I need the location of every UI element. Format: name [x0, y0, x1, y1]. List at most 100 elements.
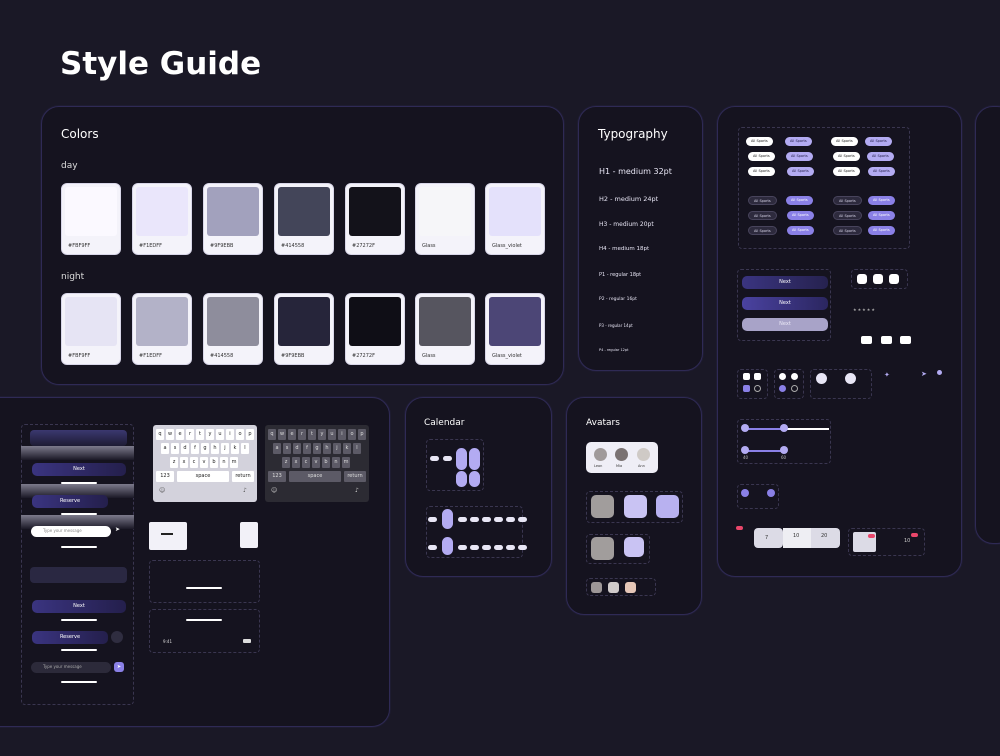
cal-strip-day[interactable] — [470, 545, 479, 550]
sport-chip[interactable]: All Sports — [831, 137, 858, 146]
keyboard-key[interactable]: q — [268, 429, 276, 440]
message-input-2[interactable]: Type your message — [31, 662, 111, 673]
radio-1[interactable] — [779, 373, 786, 380]
keyboard-key[interactable]: z — [282, 457, 290, 468]
keyboard-key[interactable]: j — [221, 443, 229, 454]
keyboard-key[interactable]: y — [318, 429, 326, 440]
keyboard-key[interactable]: e — [176, 429, 184, 440]
keyboard-numbers-key[interactable]: 123 — [268, 471, 286, 482]
next-button-mobile-2[interactable]: Next — [32, 600, 126, 613]
avatar-photo-sm-3[interactable] — [625, 582, 636, 593]
keyboard-key[interactable]: x — [292, 457, 300, 468]
keyboard-key[interactable]: u — [216, 429, 224, 440]
keyboard-key[interactable]: t — [196, 429, 204, 440]
next-button-2[interactable]: Next — [742, 297, 828, 310]
tab-bar-1[interactable] — [30, 430, 127, 446]
keyboard-key[interactable]: c — [302, 457, 310, 468]
slider-thumb-1a[interactable] — [741, 424, 749, 432]
keyboard-return-key[interactable]: return — [232, 471, 254, 482]
sport-chip[interactable]: All Sports — [868, 196, 895, 205]
reserve-button-mobile-1[interactable]: Reserve — [32, 495, 108, 508]
sport-chip[interactable]: All Sports — [833, 226, 862, 235]
sport-chip[interactable]: All Sports — [868, 167, 895, 176]
keyboard-key[interactable]: p — [358, 429, 366, 440]
cal-strip-selected-1[interactable] — [442, 509, 453, 529]
checkbox-checked[interactable] — [743, 373, 750, 380]
cal-strip-day[interactable] — [470, 517, 479, 522]
slider-thumb-2b[interactable] — [780, 446, 788, 454]
sport-chip[interactable]: All Sports — [746, 137, 773, 146]
keyboard-key[interactable]: b — [210, 457, 218, 468]
avatar-photo-sm-2[interactable] — [608, 582, 619, 593]
youtube-icon[interactable] — [881, 336, 892, 344]
slider-thumb-2a[interactable] — [741, 446, 749, 454]
avatar-1[interactable] — [594, 448, 607, 461]
counter-tile-1[interactable] — [754, 528, 783, 548]
avatar-placeholder-violet[interactable] — [656, 495, 679, 518]
sport-chip[interactable]: All Sports — [748, 167, 775, 176]
cal-strip-day[interactable] — [506, 545, 515, 550]
slider-thumb-1b[interactable] — [780, 424, 788, 432]
share-icon[interactable] — [857, 274, 867, 284]
keyboard-key[interactable]: k — [231, 443, 239, 454]
keyboard-key[interactable]: c — [190, 457, 198, 468]
next-button-1[interactable]: Next — [742, 276, 828, 289]
cal-strip-day[interactable] — [506, 517, 515, 522]
sport-chip[interactable]: All Sports — [865, 137, 892, 146]
keyboard-key[interactable]: m — [230, 457, 238, 468]
avatar-placeholder-lg[interactable] — [624, 495, 647, 518]
keyboard-key[interactable]: l — [353, 443, 361, 454]
mastercard-icon[interactable] — [861, 336, 872, 344]
heart-icon[interactable] — [873, 274, 883, 284]
keyboard-space-key[interactable]: space — [289, 471, 341, 482]
sport-chip[interactable]: All Sports — [785, 137, 812, 146]
avatar-photo-sm-1[interactable] — [591, 582, 602, 593]
cal-strip-day[interactable] — [482, 517, 491, 522]
keyboard-key[interactable]: r — [298, 429, 306, 440]
keyboard-key[interactable]: n — [220, 457, 228, 468]
keyboard-key[interactable]: s — [171, 443, 179, 454]
sport-chip[interactable]: All Sports — [786, 152, 813, 161]
keyboard-key[interactable]: a — [273, 443, 281, 454]
cal-strip-day[interactable] — [494, 517, 503, 522]
keyboard-key[interactable]: p — [246, 429, 254, 440]
keyboard-key[interactable]: d — [181, 443, 189, 454]
sport-chip[interactable]: All Sports — [787, 167, 814, 176]
cal-day-2[interactable] — [443, 456, 452, 461]
next-button-mobile-1[interactable]: Next — [32, 463, 126, 476]
keyboard-key[interactable]: y — [206, 429, 214, 440]
keyboard-key[interactable]: h — [323, 443, 331, 454]
keyboard-key[interactable]: q — [156, 429, 164, 440]
cal-strip-day[interactable] — [518, 545, 527, 550]
avatar-placeholder-md[interactable] — [624, 537, 644, 557]
sport-chip[interactable]: All Sports — [787, 211, 814, 220]
radio-3[interactable] — [779, 385, 786, 392]
keyboard-key[interactable]: o — [348, 429, 356, 440]
keyboard-return-key[interactable]: return — [344, 471, 366, 482]
keyboard-key[interactable]: m — [342, 457, 350, 468]
keyboard-key[interactable]: v — [312, 457, 320, 468]
cal-day-selected-3[interactable] — [456, 471, 467, 487]
keyboard-key[interactable]: f — [303, 443, 311, 454]
radio-4[interactable] — [791, 385, 798, 392]
keyboard-key[interactable]: k — [343, 443, 351, 454]
keyboard-key[interactable]: a — [161, 443, 169, 454]
radio-2[interactable] — [791, 373, 798, 380]
cal-day-selected-1[interactable] — [456, 448, 467, 470]
sport-chip[interactable]: All Sports — [748, 226, 777, 235]
keyboard-key[interactable]: d — [293, 443, 301, 454]
card-icon[interactable] — [900, 336, 911, 344]
cal-strip-day[interactable] — [482, 545, 491, 550]
sport-chip[interactable]: All Sports — [787, 226, 814, 235]
cal-strip-day[interactable] — [458, 545, 467, 550]
keyboard-key[interactable]: w — [166, 429, 174, 440]
avatar-3[interactable] — [637, 448, 650, 461]
avatar-photo-lg[interactable] — [591, 495, 614, 518]
next-button-3[interactable]: Next — [742, 318, 828, 331]
checkbox-checked-violet[interactable] — [743, 385, 750, 392]
cal-day-selected-2[interactable] — [469, 448, 480, 470]
keyboard-key[interactable]: w — [278, 429, 286, 440]
keyboard-key[interactable]: h — [211, 443, 219, 454]
keyboard-key[interactable]: g — [313, 443, 321, 454]
emoji-icon[interactable]: ☺ — [271, 487, 277, 494]
